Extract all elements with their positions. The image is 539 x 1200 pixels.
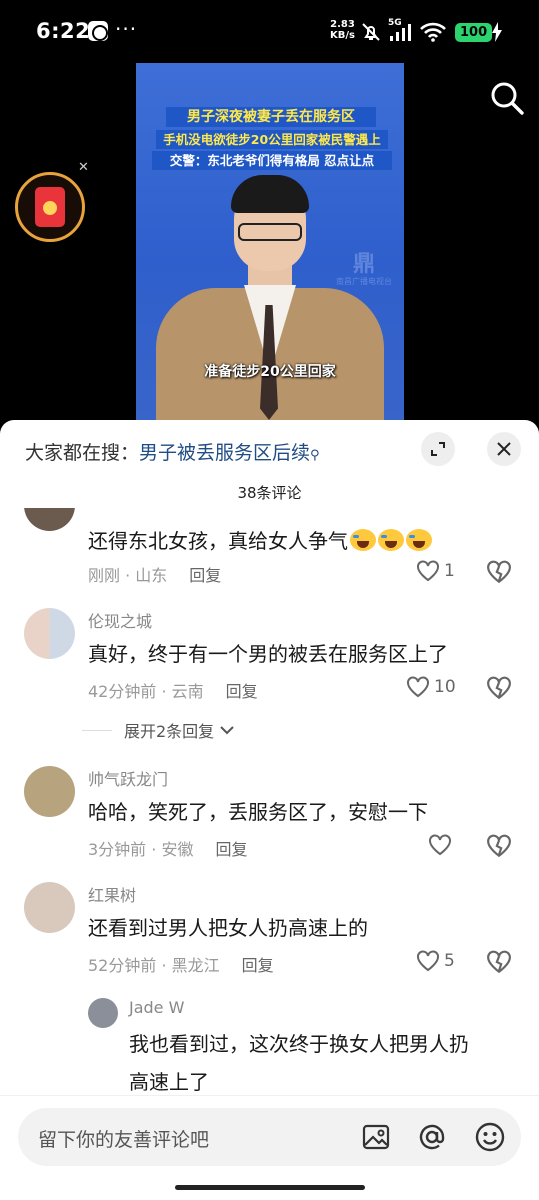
like-count: 5 [444,951,455,971]
status-time: 6:22 [36,19,91,43]
comment-sheet-header: 大家都在搜：男子被丢服务区后续⚲ 38条评论 [0,420,539,520]
laugh-cry-emoji-icon [378,529,404,551]
signal-icon: 5G [388,18,414,43]
station-logo-text: 南昌广播电视台 [336,277,392,286]
comment-location: 黑龙江 [171,956,220,975]
app-notification-icon [88,21,108,41]
video-subtitle-2: 交警：东北老爷们得有格局 忍点让点 [152,151,392,170]
comment-meta: 52分钟前 · 黑龙江 回复 [88,956,274,975]
close-comments-button[interactable] [487,432,521,466]
avatar[interactable] [88,998,118,1028]
status-icons: 5G [360,18,446,44]
comment-time: 刚刚 [88,566,121,585]
mute-icon [362,23,380,41]
expand-icon [431,442,445,456]
comment-input-placeholder: 留下你的友善评论吧 [38,1129,210,1151]
avatar[interactable] [24,766,75,817]
comment-time: 42分钟前 [88,682,157,701]
video-caption: 准备徒步20公里回家 [204,364,336,380]
expand-fullscreen-button[interactable] [421,432,455,466]
comment-meta: 42分钟前 · 云南 回复 [88,682,258,701]
comment-count: 38条评论 [237,484,302,502]
trending-search[interactable]: 大家都在搜：男子被丢服务区后续⚲ [25,438,320,465]
red-packet-close-icon[interactable]: ✕ [78,160,89,175]
like-button[interactable]: 5 [416,950,455,972]
avatar[interactable] [24,882,75,933]
reply-button[interactable]: 回复 [226,682,258,701]
image-icon[interactable] [360,1121,392,1153]
comment-time: 3分钟前 [88,840,147,859]
emoji-icon[interactable] [474,1121,506,1153]
reply-button[interactable]: 回复 [189,566,221,585]
net-speed-unit: KB/s [330,30,355,41]
like-button[interactable]: 1 [416,560,455,582]
reply-button[interactable]: 回复 [242,956,274,975]
comment-input[interactable]: 留下你的友善评论吧 [18,1108,521,1166]
comment-text: 真好，终于有一个男的被丢在服务区上了 [88,642,448,666]
like-count: 10 [434,677,456,697]
red-envelope-icon [35,187,65,227]
station-logo: 鼎南昌广播电视台 [336,252,392,287]
expand-replies-label: 展开2条回复 [124,722,215,741]
trending-search-keyword[interactable]: 男子被丢服务区后续 [139,442,310,464]
broken-heart-icon[interactable] [486,560,512,584]
reply-text-line-1: 我也看到过，这次终于换女人把男人扔 [129,1032,469,1056]
comment-nickname[interactable]: 伦现之城 [88,608,152,632]
small-search-icon: ⚲ [310,448,320,463]
comment-text: 哈哈，笑死了，丢服务区了，安慰一下 [88,800,428,824]
video-subtitle-1: 手机没电欲徒步20公里回家被民警遇上 [156,130,388,149]
home-indicator [175,1185,365,1190]
comment-list[interactable]: 还得东北女孩，真给女人争气 刚刚 · 山东 回复 1 伦现之城 真好，终于有一个男… [0,508,539,1098]
net-speed: 2.83 KB/s [330,19,355,41]
avatar[interactable] [24,508,75,531]
heart-icon [417,950,439,972]
anchor-glasses [238,223,302,241]
net-speed-value: 2.83 [330,19,355,30]
comment-nickname[interactable]: 红果树 [88,882,136,906]
comment-nickname[interactable]: 帅气跃龙门 [88,766,168,790]
like-button[interactable]: 10 [406,676,456,698]
avatar[interactable] [24,608,75,659]
reply-text-line-2: 高速上了 [129,1070,209,1094]
broken-heart-icon[interactable] [486,950,512,974]
comment-time: 52分钟前 [88,956,157,975]
broken-heart-icon[interactable] [486,834,512,858]
comment-location: 云南 [171,682,204,701]
comment-location: 安徽 [161,840,194,859]
red-packet-button[interactable] [15,172,85,242]
comment-location: 山东 [135,566,168,585]
trending-search-prefix: 大家都在搜： [25,442,140,464]
broken-heart-icon[interactable] [486,676,512,700]
mention-icon[interactable] [416,1121,448,1153]
laugh-cry-emoji-icon [350,529,376,551]
search-icon[interactable] [489,80,525,116]
comment-text: 还得东北女孩，真给女人争气 [88,525,432,554]
close-icon [497,442,511,456]
video-player[interactable]: 男子深夜被妻子丢在服务区 手机没电欲徒步20公里回家被民警遇上 交警：东北老爷们… [136,63,404,423]
battery-level: 100 [455,23,493,42]
status-bar: 6:22 ··· 2.83 KB/s 5G 100 [0,0,539,62]
expand-replies-button[interactable]: 展开2条回复 [82,718,236,742]
comment-sheet: 大家都在搜：男子被丢服务区后续⚲ 38条评论 还得东北女孩，真给女人争气 刚刚 … [0,420,539,1200]
laugh-cry-emoji-icon [406,529,432,551]
video-headline: 男子深夜被妻子丢在服务区 [166,107,376,127]
heart-icon [429,834,451,856]
like-count: 1 [444,561,455,581]
reply-nickname[interactable]: Jade W [129,998,184,1017]
comment-meta: 3分钟前 · 安徽 回复 [88,840,248,859]
like-button[interactable] [428,834,456,856]
comment-meta: 刚刚 · 山东 回复 [88,566,222,585]
anchor-hair [231,175,309,213]
reply-button[interactable]: 回复 [215,840,247,859]
comment-text: 还看到过男人把女人扔高速上的 [88,916,368,940]
heart-icon [417,560,439,582]
chevron-down-icon [220,726,234,735]
heart-icon [407,676,429,698]
wifi-icon [420,22,446,42]
more-notifications-icon: ··· [115,17,138,41]
charging-icon [492,22,502,42]
comment-text-content: 还得东北女孩，真给女人争气 [88,529,348,553]
